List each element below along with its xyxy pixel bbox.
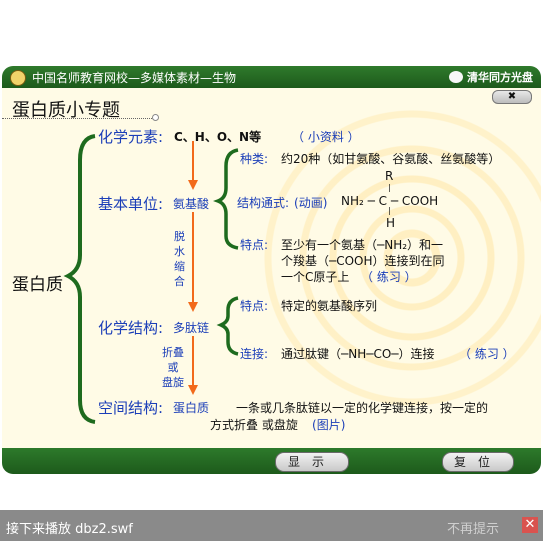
spatial-label: 空间结构: [98,399,164,417]
arrow-label-word: 盘旋 [162,376,184,389]
chem-structure-label: 化学结构: [98,319,164,337]
formula-link[interactable]: (动画) [294,194,327,211]
chain-brace [216,296,239,356]
spatial-value: 蛋白质 [173,401,210,415]
elements-link-text[interactable]: 小资料 [308,130,344,144]
notification-bar: 接下来播放 dbz2.swf 不再提示 ✕ [0,510,543,541]
arrow-label-char: 合 [174,275,185,288]
notification-message: 接下来播放 dbz2.swf [6,522,133,537]
arrow-label-dehydration: 脱 水 缩 合 [174,229,185,289]
elements-items: C、H、O、N等 [174,130,262,144]
feature-label: 特点: [240,238,269,252]
reset-button[interactable]: 复位 [442,452,514,472]
feature-link-text[interactable]: 练习 [377,270,401,284]
connect-link-text[interactable]: 练习 [475,347,499,361]
show-button[interactable]: 显示 [275,452,349,472]
chain-feature-label: 特点: [240,299,269,313]
arrow-label-char: 水 [174,245,185,258]
elements-label: 化学元素: [98,128,164,146]
formula-bond-bottom: | [388,206,391,215]
kinds-text: 约20种（如甘氨酸、谷氨酸、丝氨酸等） [281,152,501,166]
spatial-text-2: 方式折叠 或盘旋 [210,418,298,432]
close-icon[interactable]: ✕ [522,517,538,533]
formula-bond-top: | [388,183,391,192]
arrow-label-word: 或 [167,361,179,374]
feature-line-1: 至少有一个氨基（─NH₂）和一 [281,238,444,252]
basic-unit-value: 氨基酸 [173,197,210,211]
spatial-text-1: 一条或几条肽链以一定的化学键连接，按一定的 [236,401,489,415]
amino-brace [213,148,239,250]
connect-link[interactable]: （ 练习 ） [459,345,515,362]
root-label: 蛋白质 [12,275,63,295]
connect-label: 连接: [240,347,269,361]
arrow-3-head [188,385,198,395]
formula-r: R [385,169,394,183]
feature-line-2: 个羧基（─COOH）连接到在同 [281,254,445,268]
chain-feature-text: 特定的氨基酸序列 [281,299,378,313]
spatial-link-text[interactable]: 图片 [317,418,341,432]
formula-link-text[interactable]: 动画 [299,196,323,210]
spatial-link[interactable]: (图片) [312,416,345,433]
feature-line-3: 一个C原子上 [281,270,350,284]
elements-link[interactable]: （ 小资料 ） [292,128,360,145]
arrow-label-folding: 折叠 或 盘旋 [160,345,186,390]
formula-label: 结构通式: [237,196,290,210]
control-bar: 显示 复位 [2,448,541,474]
arrow-2-head [188,302,198,312]
chem-structure-value: 多肽链 [173,321,210,335]
formula-h: H [386,216,396,230]
arrow-label-word: 折叠 [162,346,184,359]
app-window: 中国名师教育网校—多媒体素材—生物 清华同方光盘 蛋白质小专题 ✖ 蛋白质 化学… [0,0,543,541]
arrow-1-head [188,180,198,190]
kinds-label: 种类: [240,152,269,166]
root-brace [63,134,96,424]
arrow-label-char: 脱 [174,230,185,243]
feature-link[interactable]: （ 练习 ） [361,268,417,285]
connect-text: 通过肽键（─NH─CO─）连接 [281,347,435,361]
basic-unit-label: 基本单位: [98,195,164,213]
dont-show-again-link[interactable]: 不再提示 [447,518,499,537]
arrow-label-char: 缩 [174,260,185,273]
